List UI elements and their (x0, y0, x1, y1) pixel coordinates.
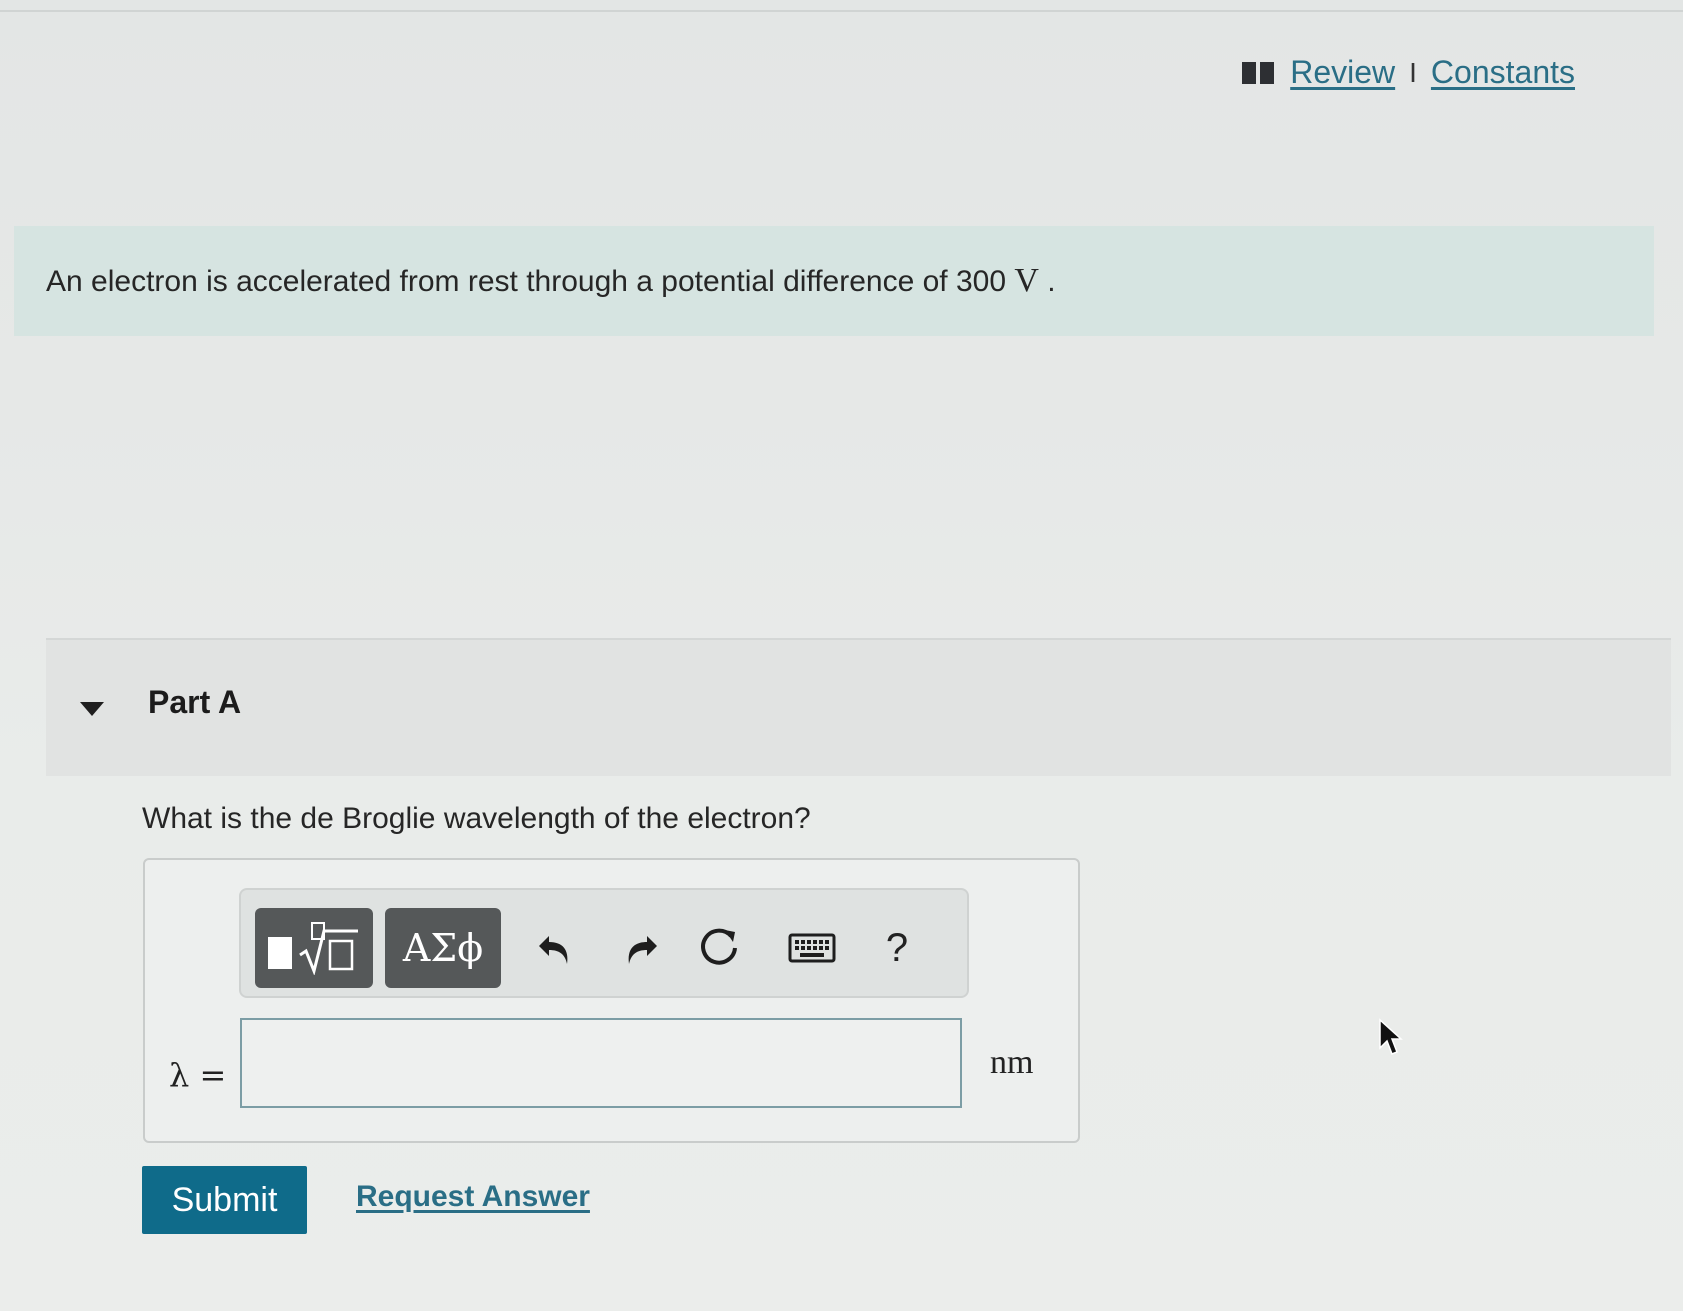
answer-variable-label: λ = (169, 1056, 227, 1094)
math-toolbar: ΑΣϕ ? (239, 888, 969, 998)
templates-button[interactable] (255, 908, 373, 988)
request-answer-link[interactable]: Request Answer (356, 1180, 590, 1214)
undo-icon (539, 936, 568, 964)
keyboard-button[interactable] (777, 918, 847, 978)
mouse-pointer-icon (1379, 1018, 1403, 1055)
submit-button[interactable]: Submit (142, 1166, 307, 1234)
part-title: Part A (148, 684, 242, 720)
reset-button[interactable] (691, 918, 751, 978)
answer-input[interactable] (240, 1018, 962, 1108)
review-link[interactable]: Review (1290, 54, 1395, 91)
intro-unit: V (1014, 262, 1039, 299)
link-separator: I (1409, 56, 1417, 88)
undo-button[interactable] (525, 918, 585, 978)
collapse-caret-icon[interactable] (80, 702, 104, 716)
top-links: Review I Constants (1242, 54, 1575, 91)
sqrt-icon (299, 922, 358, 975)
question-text: What is the de Broglie wavelength of the… (142, 802, 811, 835)
greek-symbols-button[interactable]: ΑΣϕ (385, 908, 501, 988)
keyboard-icon (788, 933, 836, 963)
book-icon (1242, 61, 1275, 84)
redo-button[interactable] (611, 918, 671, 978)
template-sqrt-icon (268, 937, 292, 969)
help-button[interactable]: ? (867, 918, 927, 978)
top-divider (0, 10, 1683, 12)
problem-intro: An electron is accelerated from rest thr… (14, 226, 1654, 336)
part-header[interactable]: Part A (46, 638, 1671, 776)
answer-unit: nm (990, 1044, 1034, 1081)
redo-icon (628, 936, 657, 964)
reset-icon (701, 928, 737, 965)
intro-text: An electron is accelerated from rest thr… (46, 265, 1007, 298)
intro-end: . (1047, 265, 1056, 298)
constants-link[interactable]: Constants (1431, 54, 1575, 91)
answer-box: ΑΣϕ ? λ = nm (143, 858, 1080, 1143)
